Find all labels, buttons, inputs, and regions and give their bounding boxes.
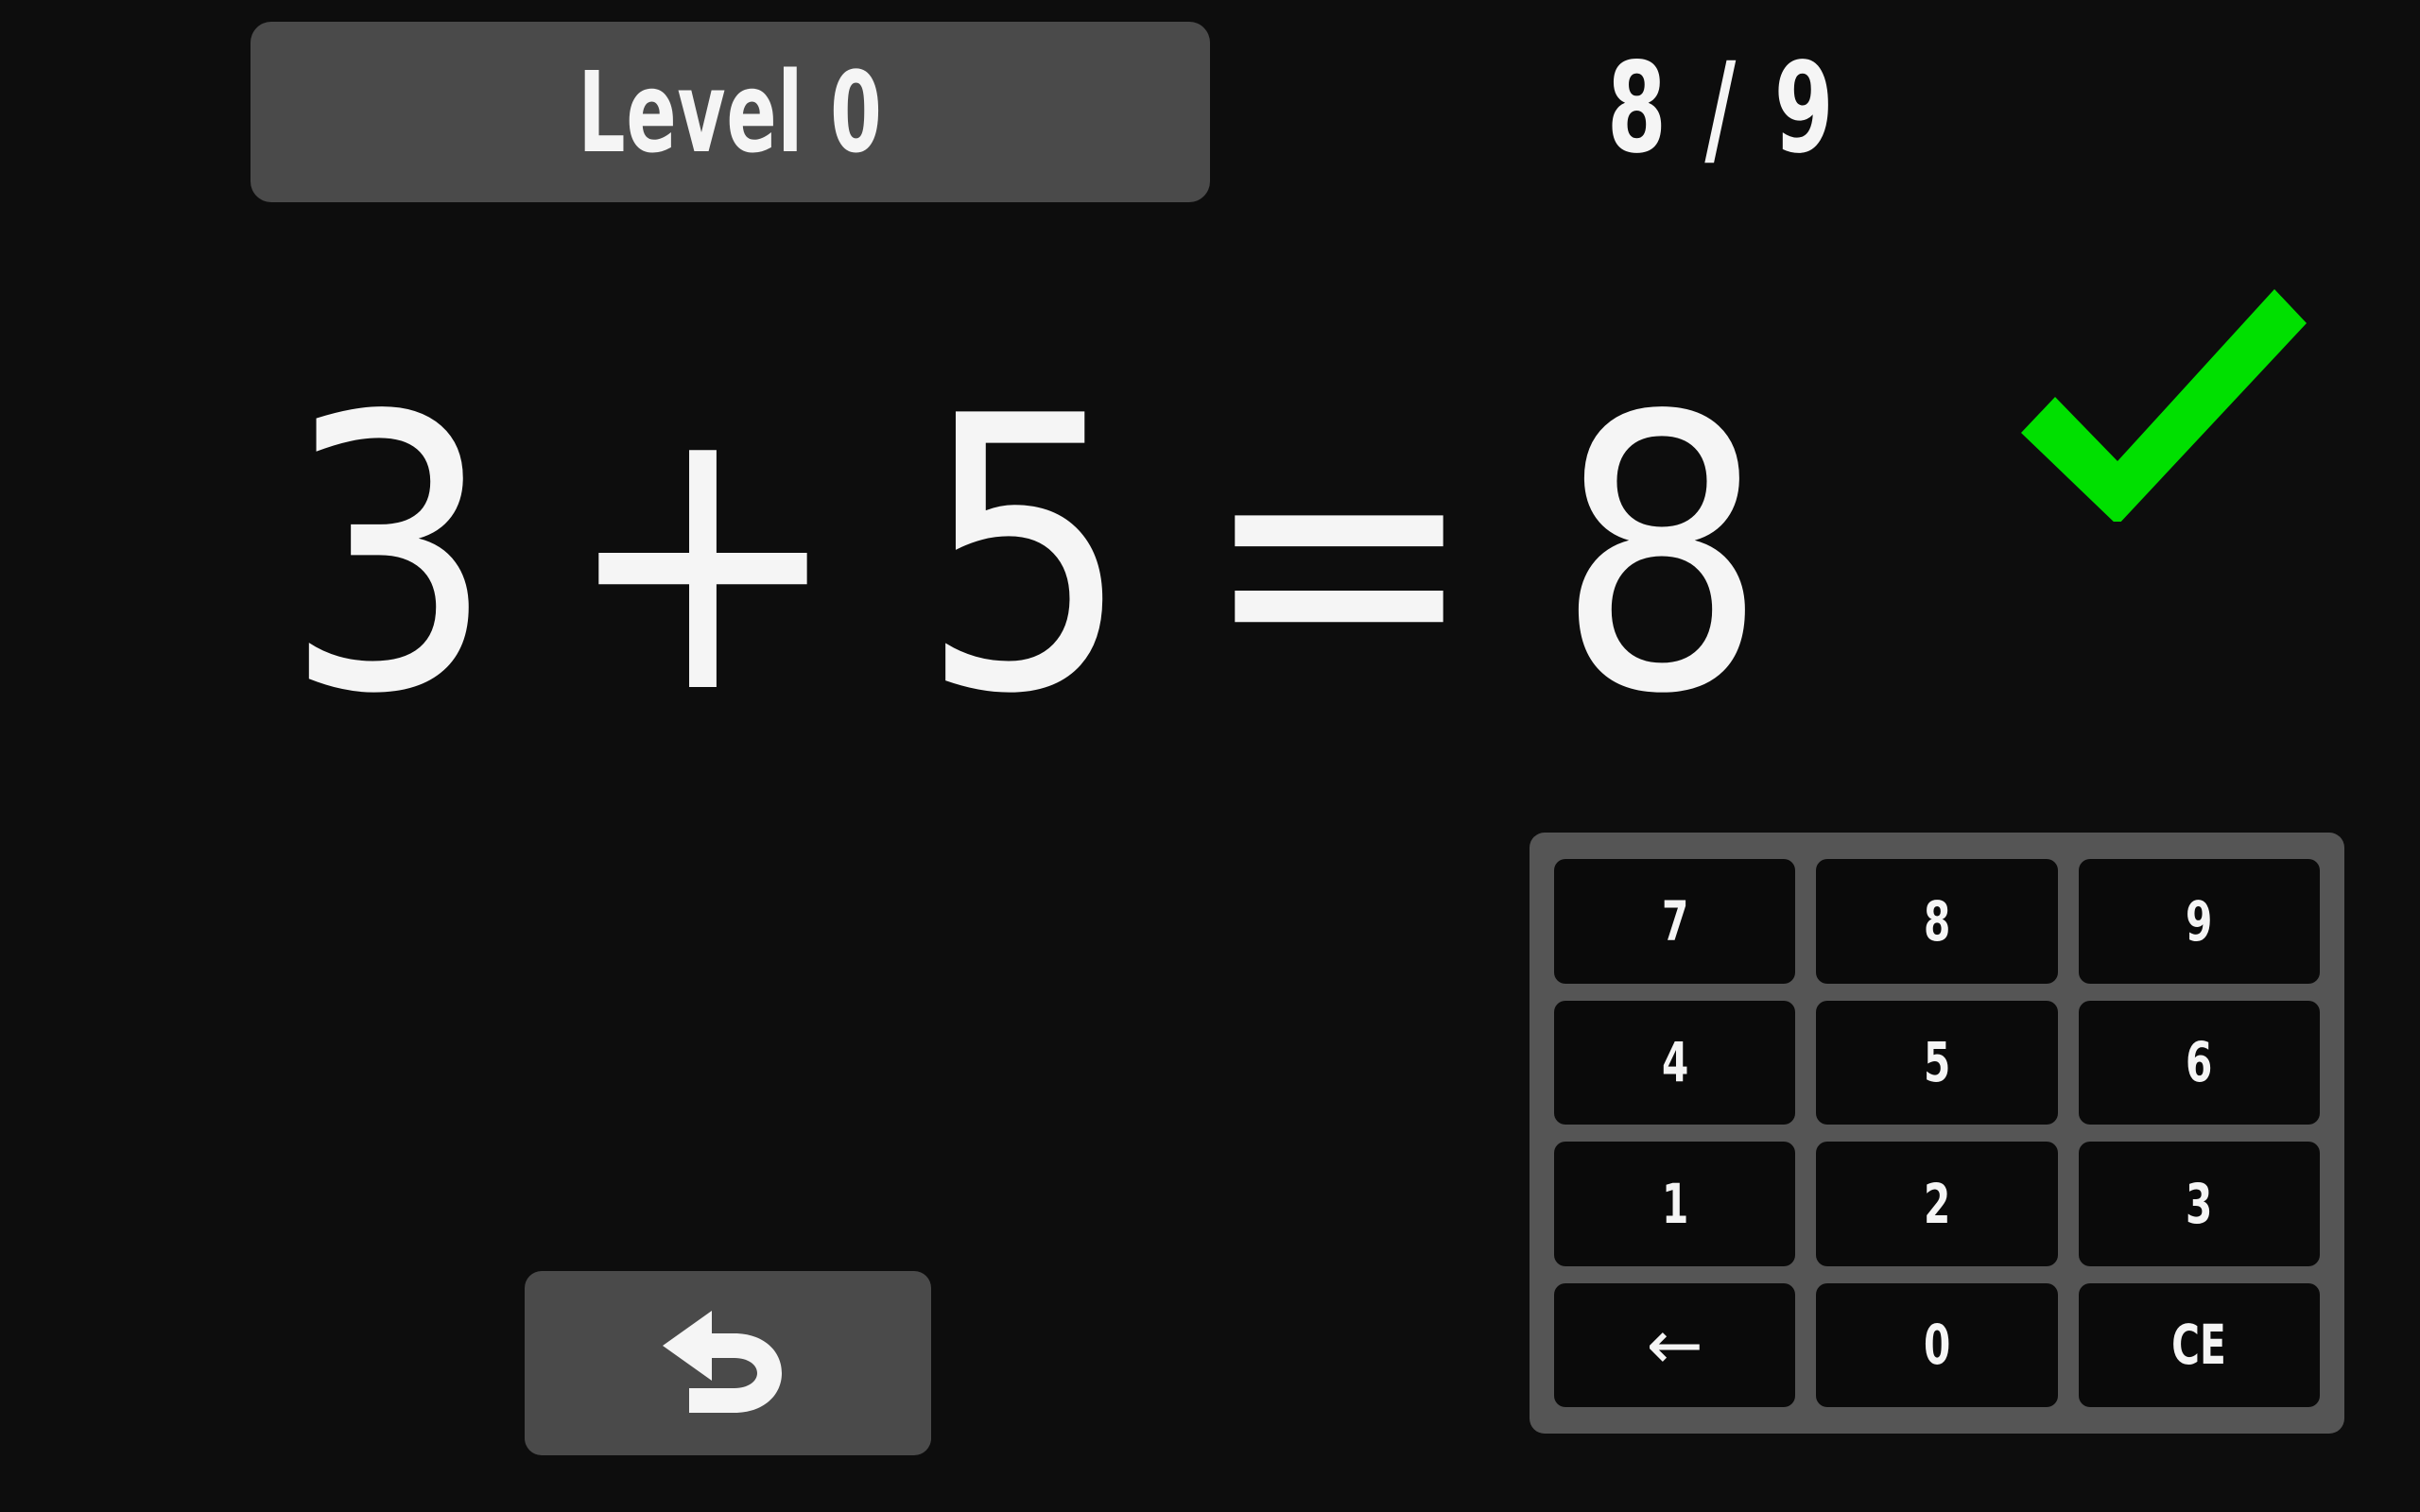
level-badge-label: Level 0 — [578, 46, 883, 178]
equation-operator: + — [563, 337, 842, 777]
progress-counter-text: 8 / 9 — [1607, 36, 1839, 181]
key-0[interactable]: 0 — [1816, 1282, 2058, 1407]
left-arrow-icon: ← — [1646, 1305, 1703, 1385]
key-0-label: 0 — [1923, 1313, 1951, 1378]
check-icon — [2012, 276, 2314, 522]
key-8[interactable]: 8 — [1816, 859, 2058, 984]
key-3[interactable]: 3 — [2078, 1142, 2320, 1266]
key-2[interactable]: 2 — [1816, 1142, 2058, 1266]
equation-equals-sign: = — [1199, 337, 1478, 777]
key-7-label: 7 — [1661, 888, 1688, 954]
key-4-label: 4 — [1661, 1030, 1688, 1095]
key-backspace[interactable]: ← — [1554, 1282, 1796, 1407]
key-9-label: 9 — [2186, 888, 2213, 954]
equation-left-operand: 3 — [284, 337, 495, 777]
key-clear-entry-label: CE — [2171, 1313, 2227, 1378]
key-clear-entry[interactable]: CE — [2078, 1282, 2320, 1407]
key-1-label: 1 — [1661, 1171, 1688, 1236]
key-6[interactable]: 6 — [2078, 1000, 2320, 1125]
key-6-label: 6 — [2186, 1030, 2213, 1095]
numeric-keypad: 7 8 9 4 5 6 1 2 3 ← 0 CE — [1530, 833, 2344, 1434]
key-3-label: 3 — [2186, 1171, 2213, 1236]
key-2-label: 2 — [1923, 1171, 1951, 1236]
level-badge: Level 0 — [251, 22, 1210, 202]
key-5-label: 5 — [1923, 1030, 1951, 1095]
undo-button[interactable] — [525, 1271, 931, 1455]
key-9[interactable]: 9 — [2078, 859, 2320, 984]
key-8-label: 8 — [1923, 888, 1951, 954]
equation-answer: 8 — [1555, 337, 1768, 777]
key-5[interactable]: 5 — [1816, 1000, 2058, 1125]
key-1[interactable]: 1 — [1554, 1142, 1796, 1266]
equation-display: 3 + 5 = 8 — [284, 369, 1796, 747]
equation-right-operand: 5 — [919, 337, 1132, 777]
key-7[interactable]: 7 — [1554, 859, 1796, 984]
progress-counter: 8 / 9 — [1607, 38, 2004, 180]
undo-arrow-icon — [663, 1310, 782, 1413]
game-screen: Level 0 8 / 9 3 + 5 = 8 7 8 9 4 5 6 1 2 … — [0, 0, 2420, 1512]
key-4[interactable]: 4 — [1554, 1000, 1796, 1125]
